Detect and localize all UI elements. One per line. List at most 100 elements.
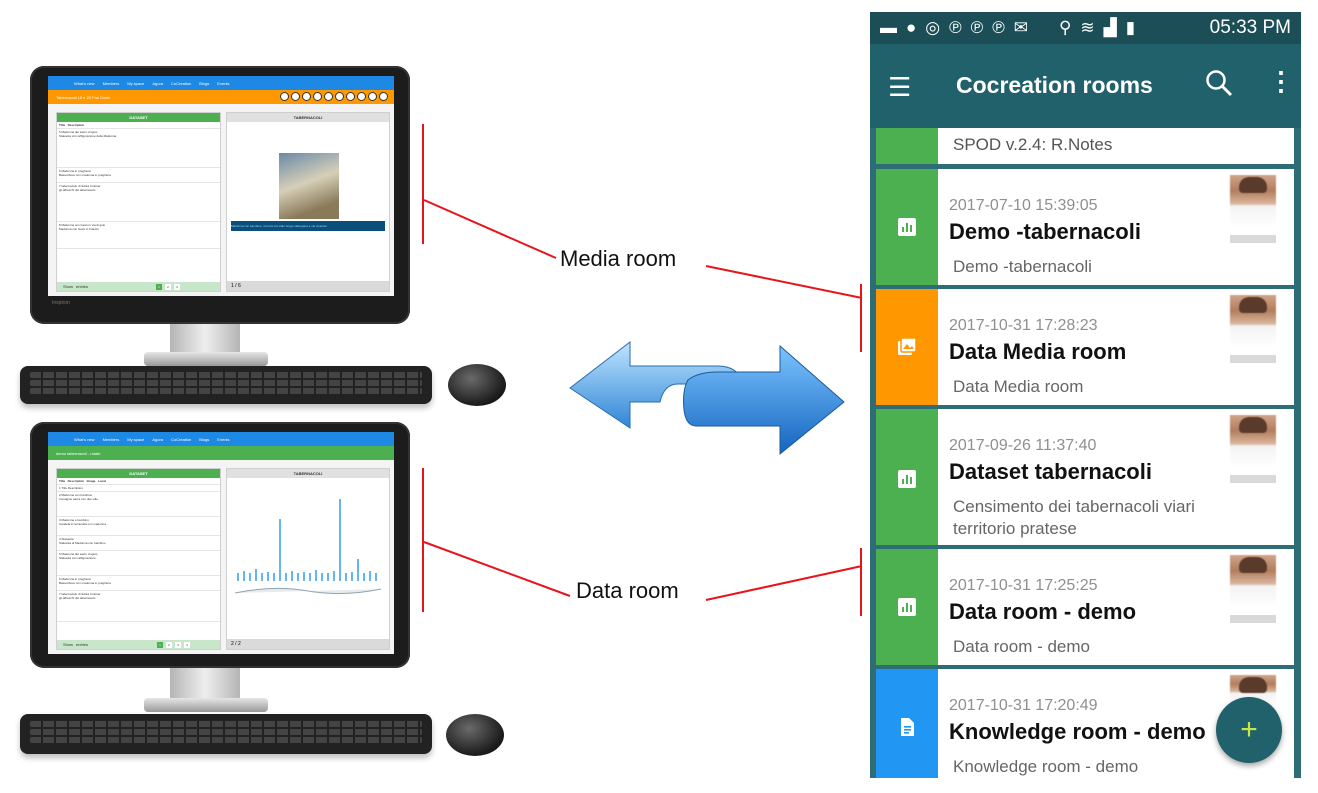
dataset-title: DATASET	[129, 115, 148, 120]
sync-arrow-icon	[569, 340, 845, 456]
room-card[interactable]: 2017-10-31 17:25:25 Data room - demo Dat…	[876, 549, 1294, 665]
avatar[interactable]	[335, 92, 344, 101]
bar-chart-thumbnail	[234, 499, 382, 595]
owner-avatar[interactable]	[1230, 175, 1276, 227]
table-row[interactable]: 6 Madonna in preghiera Bassorilievo con m…	[57, 576, 220, 591]
owner-avatar[interactable]	[1230, 415, 1276, 467]
table-row[interactable]: 3 Madonna e bambino Candela in terracotta…	[57, 517, 220, 536]
nav-blogs[interactable]: Blogs	[199, 81, 209, 86]
page-button[interactable]: 1	[157, 641, 163, 648]
member-avatars	[280, 92, 388, 101]
location-icon: ⚲	[1058, 18, 1072, 37]
bottom-keyboard	[20, 714, 432, 754]
table-row[interactable]: 1 Title Description	[57, 485, 220, 492]
table-row[interactable]: 5 Madonna del sacro cinguio Statuetta con…	[57, 551, 220, 576]
page-button[interactable]: 3	[175, 641, 181, 648]
column-location: Locat	[97, 479, 106, 483]
page-button[interactable]: 4	[184, 641, 190, 648]
nav-whats-new[interactable]: What's new	[74, 81, 95, 86]
room-description: Data room - demo	[953, 637, 1090, 656]
search-icon[interactable]	[1204, 68, 1234, 98]
page-button[interactable]: 2	[165, 283, 171, 290]
chart-footer: 2 / 2	[227, 639, 389, 649]
table-row[interactable]: 2 Madonna con bambino Immagine sacra con …	[57, 492, 220, 517]
owner-avatar[interactable]	[1230, 295, 1276, 347]
table-header-row: Title Description Image Locat	[57, 478, 220, 485]
nav-whats-new[interactable]: What's new	[74, 437, 95, 442]
avatar[interactable]	[280, 92, 289, 101]
avatar[interactable]	[357, 92, 366, 101]
room-description: Demo -tabernacoli	[953, 257, 1092, 276]
nav-my-space[interactable]: My space	[127, 81, 144, 86]
media-footer: 1 / 6	[227, 281, 389, 291]
table-row[interactable]: 5 Madonna dei sacro cinguio Statuetta con…	[57, 129, 220, 168]
nav-members[interactable]: Members	[103, 437, 120, 442]
owner-name-blurred	[1230, 615, 1276, 623]
page-button[interactable]: 1	[156, 283, 162, 290]
avatar[interactable]	[291, 92, 300, 101]
chart-icon	[898, 598, 916, 616]
media-caption: Madonna con bambino, incrocio tra viale …	[231, 221, 385, 231]
avatar[interactable]	[368, 92, 377, 101]
hamburger-menu-icon[interactable]: ☰	[888, 74, 911, 100]
top-monitor-screen: What's new Members My space Agora CoCrea…	[48, 76, 394, 296]
dataset-panel-header: DATASET	[57, 113, 220, 122]
status-bar: ▬ ● ◎ ℗ ℗ ℗ ✉ ⚲ ≋ ▟ ▮ 05:33 PM	[870, 12, 1301, 44]
nav-cocreation[interactable]: CoCreation	[171, 437, 191, 442]
nav-agora[interactable]: Agora	[152, 81, 163, 86]
add-room-button[interactable]: +	[1216, 697, 1282, 763]
nav-members[interactable]: Members	[103, 81, 120, 86]
table-row[interactable]: 7 tabernacolo di Santa Cristina gli affre…	[57, 183, 220, 222]
table-row[interactable]: 8 Madonna con Gesù in via di gelo Madonna…	[57, 222, 220, 249]
app-bar: ☰ Cocreation rooms ⋮	[870, 44, 1301, 128]
column-image: Image	[86, 479, 96, 483]
avatar[interactable]	[379, 92, 388, 101]
column-description: Description	[67, 123, 85, 127]
nav-agora[interactable]: Agora	[152, 437, 163, 442]
room-card-partial[interactable]: SPOD v.2.4: R.Notes	[876, 128, 1294, 164]
room-title: Data room - demo	[949, 599, 1137, 624]
photo-library-icon	[898, 338, 916, 355]
room-header-bar: Tabernacoli 18 e 20 Prai Doah	[48, 90, 394, 104]
chart-title: TABERNACOLI	[293, 471, 323, 476]
chart-icon	[898, 470, 916, 488]
more-options-icon[interactable]: ⋮	[1268, 68, 1294, 94]
room-card[interactable]: 2017-07-10 15:39:05 Demo -tabernacoli De…	[876, 169, 1294, 285]
top-monitor: What's new Members My space Agora CoCrea…	[30, 66, 410, 324]
page-button[interactable]: 3	[174, 283, 180, 290]
table-row[interactable]: 4 Statuetta Statuetta di Madonna con bamb…	[57, 536, 220, 551]
avatar[interactable]	[324, 92, 333, 101]
table-row[interactable]: 6 Madonna in preghiera Bassorilievo con m…	[57, 168, 220, 183]
row-desc: gli affreschi del tabernacolo	[59, 596, 96, 600]
nav-events[interactable]: Events	[217, 437, 229, 442]
nav-my-space[interactable]: My space	[127, 437, 144, 442]
room-color-strip	[876, 169, 938, 285]
room-date: 2017-09-26 11:37:40	[949, 437, 1097, 454]
room-card[interactable]: 2017-10-31 17:28:23 Data Media room Data…	[876, 289, 1294, 405]
nav-blogs[interactable]: Blogs	[199, 437, 209, 442]
bottom-monitor-screen: What's new Members My space Agora CoCrea…	[48, 432, 394, 654]
owner-avatar[interactable]	[1230, 555, 1276, 607]
dataset-panel: DATASET Title Description 5 Madonna dei …	[56, 112, 221, 292]
nav-events[interactable]: Events	[217, 81, 229, 86]
row-desc: Description	[67, 486, 83, 490]
avatar[interactable]	[346, 92, 355, 101]
wifi-icon: ≋	[1080, 18, 1095, 37]
avatar[interactable]	[313, 92, 322, 101]
nav-cocreation[interactable]: CoCreation	[171, 81, 191, 86]
avatar[interactable]	[302, 92, 311, 101]
media-counter: 1 / 6	[231, 283, 241, 289]
row-desc: gli affreschi del tabernacolo	[59, 188, 96, 192]
row-desc: Madonna con Gesù in braccio	[59, 227, 99, 231]
rooms-list: SPOD v.2.4: R.Notes 2017-07-10 15:39:05 …	[870, 128, 1301, 778]
room-title: Demo -tabernacoli	[949, 219, 1141, 244]
room-subtitle: Tabernacoli 18 e 20 Prai Doah	[56, 94, 110, 100]
chat-icon: ▬	[880, 18, 897, 37]
table-row[interactable]: 7 tabernacolo di Santa Cristina gli affre…	[57, 591, 220, 622]
row-desc: Candela in terracotta con madonna	[59, 522, 106, 526]
page-button[interactable]: 2	[166, 641, 172, 648]
chart-panel: TABERNACOLI 2 / 2	[226, 468, 390, 650]
bottom-mouse	[446, 714, 504, 756]
room-card[interactable]: 2017-09-26 11:37:40 Dataset tabernacoli …	[876, 409, 1294, 545]
room-color-strip	[876, 128, 938, 164]
